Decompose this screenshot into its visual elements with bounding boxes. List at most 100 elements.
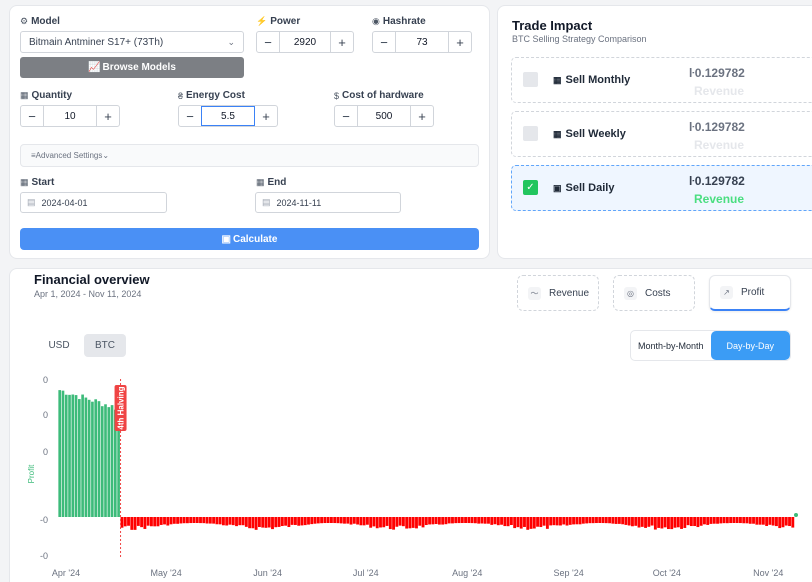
profit-bar	[228, 517, 232, 525]
profit-bar	[788, 517, 791, 527]
sell-monthly-option[interactable]: ▦ Sell Monthly ŀ0.129782 Revenue	[511, 57, 812, 103]
sell-monthly-checkbox[interactable]	[523, 72, 538, 87]
calendar-icon: ▦	[553, 128, 562, 139]
profit-bar	[532, 517, 536, 529]
profit-bar	[781, 517, 785, 528]
profit-bar	[663, 517, 667, 528]
option-revenue-label: Revenue	[694, 192, 745, 206]
profit-bar	[473, 517, 477, 524]
advanced-settings-toggle[interactable]: ≡ Advanced Settings ⌄	[20, 144, 479, 167]
profit-bar	[290, 517, 294, 525]
y-tick-label: -0	[40, 551, 48, 561]
profit-bar	[225, 517, 229, 526]
quantity-input[interactable]: 10	[43, 106, 97, 126]
y-axis-label: Profit	[27, 464, 36, 483]
profit-bar	[411, 517, 415, 528]
profit-bar	[712, 517, 716, 524]
profit-bar	[398, 517, 402, 526]
trade-impact-subtitle: BTC Selling Strategy Comparison	[512, 34, 647, 44]
x-tick-label: Oct '24	[653, 568, 681, 578]
end-date-input[interactable]: ▤ 2024-11-11	[255, 192, 401, 213]
profit-bar	[221, 517, 225, 526]
profit-bar	[549, 517, 553, 526]
end-date-label: ▦ End	[256, 177, 287, 188]
profit-bar	[523, 517, 526, 527]
profit-bar	[552, 517, 556, 526]
profit-bar	[257, 517, 261, 528]
profit-bar	[359, 517, 363, 526]
profit-bar	[248, 517, 252, 529]
profit-bar	[71, 394, 75, 517]
energy-cost-input[interactable]: 5.5	[201, 106, 255, 126]
start-date-input[interactable]: ▤ 2024-04-01	[20, 192, 167, 213]
browse-models-button[interactable]: 📈 Browse Models	[20, 57, 244, 78]
profit-bar	[261, 517, 265, 528]
power-increment-button[interactable]: +	[331, 32, 353, 52]
profit-bar	[313, 517, 317, 524]
model-select[interactable]: Bitmain Antminer S17+ (73Th) ⌄	[20, 31, 244, 53]
profit-bar	[176, 517, 180, 524]
profit-bar	[768, 517, 772, 525]
profit-bar	[280, 517, 284, 527]
profit-bar	[758, 517, 762, 525]
profit-bar	[104, 404, 107, 517]
power-decrement-button[interactable]: −	[257, 32, 279, 52]
profit-bar	[611, 517, 615, 524]
profit-bar	[369, 517, 373, 528]
profit-bar	[640, 517, 644, 527]
profit-bar	[271, 517, 274, 530]
profit-bar	[323, 517, 327, 524]
profit-bar	[451, 517, 454, 524]
energy-increment-button[interactable]: +	[255, 106, 277, 126]
calculate-button[interactable]: ▣ Calculate	[20, 228, 479, 250]
hardware-increment-button[interactable]: +	[411, 106, 433, 126]
power-label: ⚡ Power	[256, 16, 301, 27]
hardware-decrement-button[interactable]: −	[335, 106, 357, 126]
profit-bar	[150, 517, 153, 527]
profit-bar	[84, 397, 88, 517]
profit-bar	[94, 399, 98, 517]
energy-decrement-button[interactable]: −	[179, 106, 201, 126]
profit-bar	[519, 517, 523, 529]
sell-daily-option[interactable]: ✓ ▣ Sell Daily ŀ0.129782 Revenue	[511, 165, 812, 211]
profit-bar	[326, 517, 330, 524]
profit-bar	[349, 517, 353, 525]
profit-bar	[657, 517, 661, 528]
quantity-increment-button[interactable]: +	[97, 106, 119, 126]
profit-bar	[565, 517, 569, 526]
hashrate-input[interactable]: 73	[395, 32, 449, 52]
profit-bar	[660, 517, 664, 529]
model-label: ⚙ Model	[20, 16, 60, 27]
option-amount: ŀ0.129782	[689, 120, 745, 134]
profit-bar	[310, 517, 314, 525]
profit-bar	[300, 517, 304, 526]
hashrate-increment-button[interactable]: +	[449, 32, 471, 52]
sell-weekly-option[interactable]: ▦ Sell Weekly ŀ0.129782 Revenue	[511, 111, 812, 157]
start-date-label: ▦ Start	[20, 177, 55, 188]
sell-daily-checkbox[interactable]: ✓	[523, 180, 538, 195]
profit-bar	[634, 517, 638, 526]
energy-cost-label: ₴ Energy Cost	[178, 90, 245, 101]
hashrate-decrement-button[interactable]: −	[373, 32, 395, 52]
sell-weekly-checkbox[interactable]	[523, 126, 538, 141]
option-name: Sell Weekly	[565, 128, 626, 140]
quantity-decrement-button[interactable]: −	[21, 106, 43, 126]
profit-bar	[218, 517, 222, 525]
profit-bar	[123, 517, 127, 527]
power-input[interactable]: 2920	[279, 32, 331, 52]
profit-bar	[624, 517, 628, 525]
profit-bar	[133, 517, 137, 530]
profit-bar	[107, 407, 111, 517]
hashrate-stepper: − 73 +	[372, 31, 472, 53]
profit-bar	[644, 517, 647, 528]
calendar-icon: ▦	[20, 177, 29, 187]
profit-bar	[627, 517, 631, 526]
quantity-stepper: − 10 +	[20, 105, 120, 127]
hardware-cost-input[interactable]: 500	[357, 106, 411, 126]
profit-bar	[545, 517, 549, 529]
miner-settings-panel: ⚙ Model Bitmain Antminer S17+ (73Th) ⌄ ⚡ P…	[9, 5, 490, 259]
x-tick-label: Apr '24	[52, 568, 80, 578]
profit-bar	[526, 517, 530, 530]
profit-bar	[572, 517, 575, 525]
profit-bar	[120, 517, 124, 528]
